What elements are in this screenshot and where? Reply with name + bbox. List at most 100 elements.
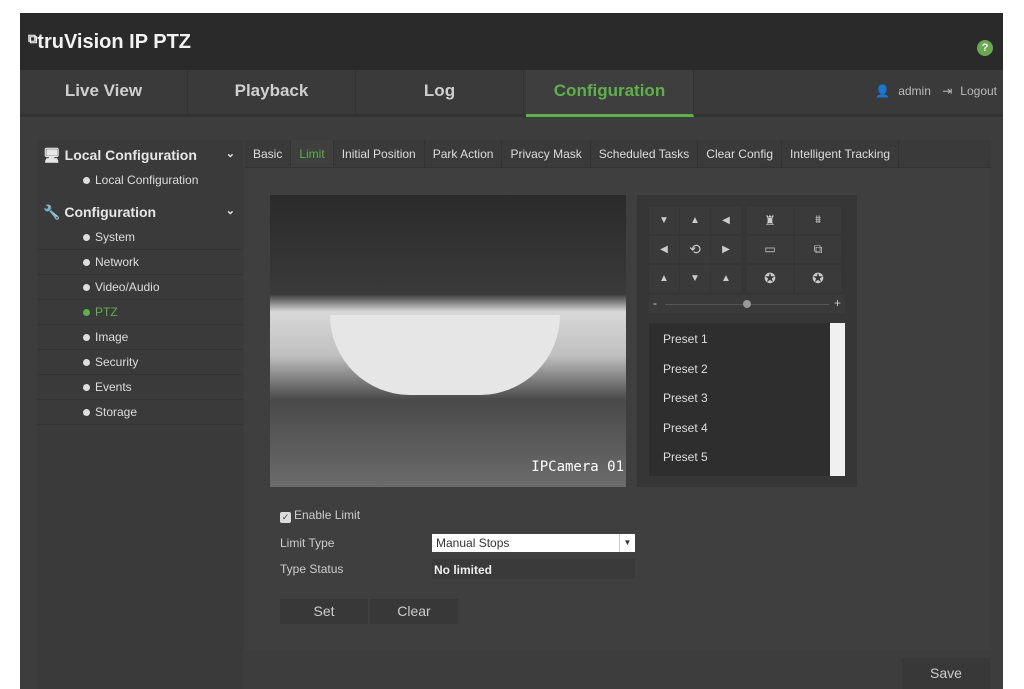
bullet-icon [83,384,90,391]
sidebar-header-label: Local Configuration [64,147,197,163]
nav-live-view[interactable]: Live View [20,70,188,117]
wrench-icon: 🔧 [43,204,61,220]
user-area: 👤 admin ⇥ Logout [867,84,997,98]
video-scene [330,315,560,395]
tab-intelligent-tracking[interactable]: Intelligent Tracking [782,140,900,167]
pan-down-left-button[interactable]: ▲ [649,265,679,292]
sidebar-item-label: Events [95,380,132,394]
bullet-icon [83,309,90,316]
tab-limit[interactable]: Limit [291,140,334,167]
chevron-down-icon: ⌄ [225,205,235,217]
logo-icon: ⧉ [28,31,38,46]
sidebar-item-ptz[interactable]: PTZ [37,300,243,325]
iris-close-button[interactable]: ✪ [795,265,841,292]
sub-tabs: Basic Limit Initial Position Park Action… [245,140,991,168]
bullet-icon [83,334,90,341]
live-video[interactable]: IPCamera 01 [270,195,626,487]
enable-limit-checkbox[interactable]: ✓ [280,512,291,523]
sidebar-item-label: Network [95,255,140,269]
limit-type-value: Manual Stops [436,536,510,550]
chevron-down-icon: ⌄ [225,148,235,160]
save-button[interactable]: Save [902,658,990,689]
set-button[interactable]: Set [280,599,368,624]
zoom-out-wide-button[interactable]: ⩩ [795,207,841,234]
type-status-value: No limited [432,559,635,579]
logo-text: truVision IP PTZ [37,31,192,53]
nav-configuration[interactable]: Configuration [526,70,694,117]
clear-button[interactable]: Clear [370,599,458,624]
nav-log[interactable]: Log [356,70,524,117]
focus-far-button[interactable]: ⧉ [795,236,841,263]
preset-item[interactable]: Preset 2 [649,353,845,383]
sidebar-item-system[interactable]: System [37,225,243,250]
auto-pan-button[interactable]: ⟲ [680,236,710,263]
pan-left-button[interactable]: ◀ [649,236,679,263]
iris-open-button[interactable]: ✪ [747,265,793,292]
tab-scheduled-tasks[interactable]: Scheduled Tasks [591,140,699,167]
tab-initial-position[interactable]: Initial Position [334,140,425,167]
logout-icon: ⇥ [942,84,953,98]
limit-type-label: Limit Type [280,536,335,550]
ptz-control-panel: ▼ ▲ ◀ ◀ ⟲ ▶ ▲ ▼ ▲ ♜ ⩩ ▭ ⧉ ✪ ✪ - + Preset… [637,195,857,487]
pan-right-button[interactable]: ▶ [711,236,741,263]
slider-minus[interactable]: - [653,296,657,310]
logo: ⧉truVision IP PTZ [28,31,191,54]
sidebar-item-label: Video/Audio [95,280,160,294]
sidebar-item-security[interactable]: Security [37,350,243,375]
sidebar-item-local-configuration[interactable]: Local Configuration [37,168,243,193]
limit-type-select[interactable]: Manual Stops ▼ [432,534,635,552]
tab-park-action[interactable]: Park Action [425,140,503,167]
bullet-icon [83,359,90,366]
tab-privacy-mask[interactable]: Privacy Mask [502,140,591,167]
user-icon: 👤 [875,84,891,98]
bullet-icon [83,259,90,266]
bullet-icon [83,409,90,416]
tab-clear-config[interactable]: Clear Config [698,140,782,167]
preset-item[interactable]: Preset 1 [649,323,845,353]
speed-slider[interactable]: - + [649,295,845,313]
zoom-in-tele-button[interactable]: ♜ [747,207,793,234]
logout-link[interactable]: Logout [960,84,997,98]
sidebar-configuration[interactable]: 🔧 Configuration ⌄ [37,197,243,225]
main-nav: Live View Playback Log Configuration 👤 ad… [20,70,1003,117]
sidebar-item-label: PTZ [95,305,118,319]
bullet-icon [83,177,90,184]
sidebar-item-storage[interactable]: Storage [37,400,243,425]
sidebar-item-image[interactable]: Image [37,325,243,350]
chevron-down-icon: ▼ [619,534,635,552]
nav-playback[interactable]: Playback [188,70,356,117]
video-osd-label: IPCamera 01 [531,459,624,475]
pan-up-right-button[interactable]: ◀ [711,207,741,234]
pan-up-left-button[interactable]: ▼ [649,207,679,234]
sidebar-item-network[interactable]: Network [37,250,243,275]
sidebar-header-label: Configuration [64,204,157,220]
enable-limit-row: ✓ Enable Limit [280,508,360,523]
pan-up-button[interactable]: ▲ [680,207,710,234]
preset-scrollbar[interactable] [830,323,845,476]
sidebar-item-video-audio[interactable]: Video/Audio [37,275,243,300]
preset-list: Preset 1 Preset 2 Preset 3 Preset 4 Pres… [649,323,845,476]
type-status-label: Type Status [280,562,344,576]
slider-plus[interactable]: + [834,296,841,310]
preset-item[interactable]: Preset 4 [649,412,845,442]
bullet-icon [83,234,90,241]
main-panel: Basic Limit Initial Position Park Action… [245,140,991,650]
tab-basic[interactable]: Basic [245,140,292,167]
pan-down-button[interactable]: ▼ [680,265,710,292]
enable-limit-label: Enable Limit [294,508,361,522]
sidebar-item-events[interactable]: Events [37,375,243,400]
pan-down-right-button[interactable]: ▲ [711,265,741,292]
help-icon[interactable]: ? [977,40,993,56]
header: ⧉truVision IP PTZ ? [20,13,1003,70]
preset-item[interactable]: Preset 5 [649,441,845,471]
sidebar-item-label: Security [95,355,139,369]
sidebar-item-label: Local Configuration [95,173,199,187]
username: admin [898,84,931,98]
sidebar-item-label: System [95,230,136,244]
preset-item[interactable]: Preset 3 [649,382,845,412]
sidebar: 🖥 Local Configuration ⌄ Local Configurati… [37,140,243,689]
focus-near-button[interactable]: ▭ [747,236,793,263]
app-window: ⧉truVision IP PTZ ? Live View Playback L… [20,13,1003,689]
slider-knob[interactable] [743,300,751,308]
sidebar-local-configuration[interactable]: 🖥 Local Configuration ⌄ [37,140,243,168]
